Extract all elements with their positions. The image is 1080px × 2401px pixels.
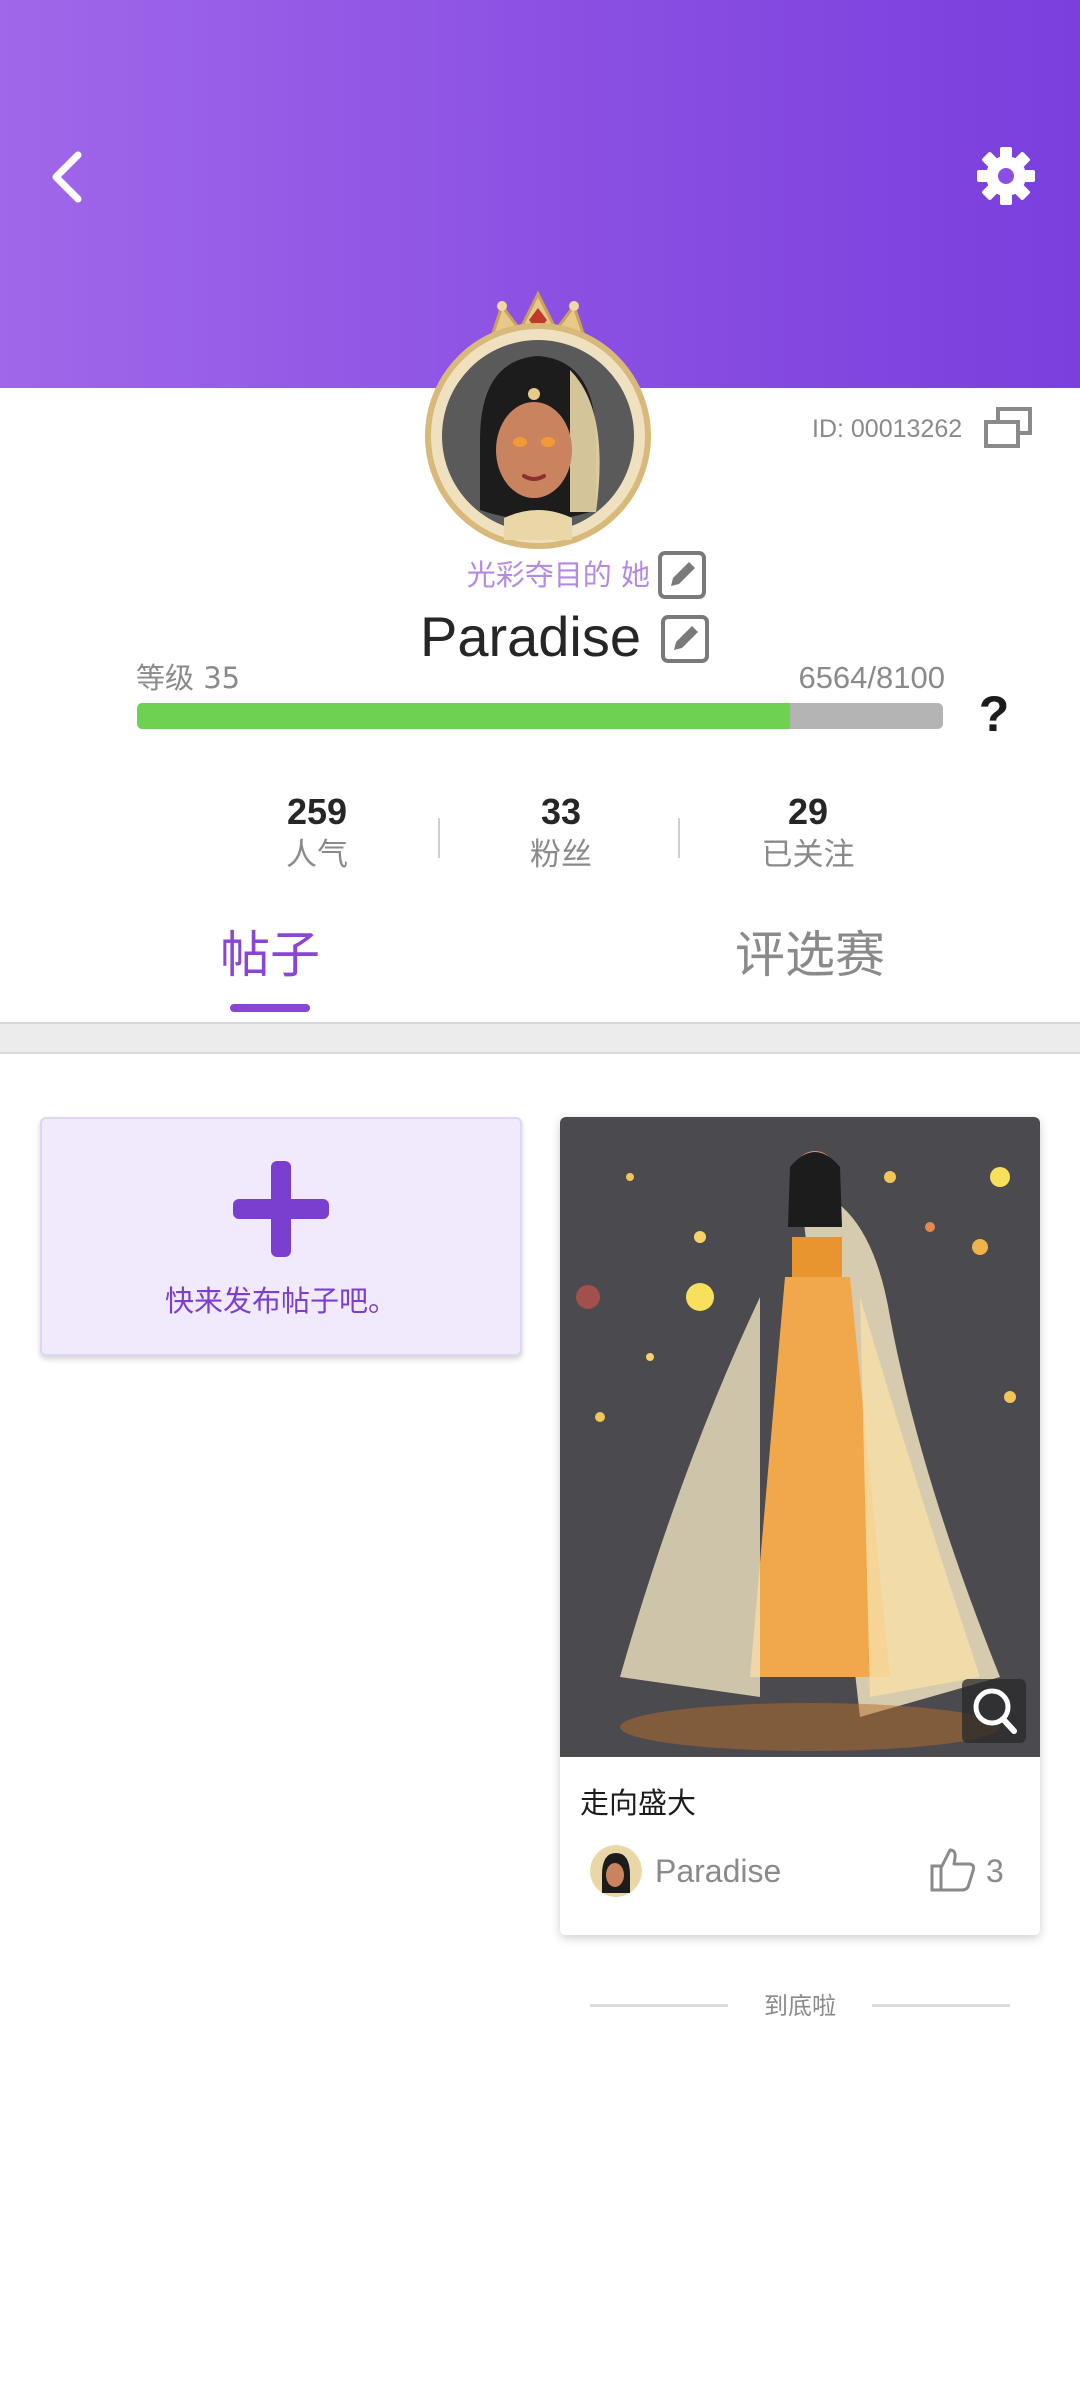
stat-label: 粉丝 (530, 837, 592, 873)
zoom-button[interactable] (962, 1679, 1026, 1743)
user-title: 光彩夺目的 她 (466, 558, 650, 592)
end-divider-right (872, 2004, 1010, 2007)
create-post-label: 快来发布帖子吧。 (164, 1284, 397, 1318)
profile-avatar[interactable] (420, 290, 656, 552)
edit-username-button[interactable] (660, 614, 710, 664)
thumbs-up-icon (930, 1848, 976, 1892)
stat-value: 33 (540, 791, 582, 832)
create-post-button[interactable]: 快来发布帖子吧。 (40, 1117, 522, 1356)
user-id-label: ID: 00013262 (812, 415, 963, 443)
stat-followers[interactable]: 33 粉丝 (471, 790, 651, 880)
back-button[interactable] (38, 145, 98, 209)
section-divider (0, 1022, 1080, 1054)
gear-icon (977, 147, 1035, 205)
level-help-button[interactable]: ? (968, 684, 1020, 744)
author-avatar[interactable] (590, 1845, 642, 1897)
level-progress-fill (137, 703, 791, 729)
stat-value: 259 (286, 791, 348, 832)
tab-contests[interactable]: 评选赛 (690, 915, 930, 995)
stat-divider (678, 818, 680, 858)
username: Paradise (420, 605, 642, 668)
active-tab-indicator (230, 1004, 310, 1012)
stat-value: 29 (787, 791, 829, 832)
post-card[interactable]: 走向盛大 Paradise 3 (560, 1117, 1040, 1935)
end-of-list-label: 到底啦 (764, 1992, 836, 2020)
stat-popularity[interactable]: 259 人气 (227, 790, 407, 880)
edit-icon (658, 551, 706, 599)
stat-following[interactable]: 29 已关注 (718, 790, 898, 880)
level-progress-bar (137, 703, 943, 729)
stat-divider (438, 818, 440, 858)
chevron-left-icon (52, 151, 82, 203)
like-count: 3 (986, 1853, 1004, 1889)
stat-label: 已关注 (761, 837, 855, 873)
end-divider-left (590, 2004, 728, 2007)
plus-icon (233, 1161, 329, 1257)
settings-button[interactable] (975, 145, 1037, 207)
like-button[interactable] (928, 1844, 978, 1894)
edit-icon (661, 615, 709, 663)
avatar-portrait (480, 356, 600, 540)
post-title: 走向盛大 (580, 1786, 697, 1820)
post-author-name[interactable]: Paradise (655, 1849, 875, 1893)
post-image (560, 1117, 1040, 1757)
copy-id-button[interactable] (982, 406, 1034, 450)
stat-label: 人气 (286, 837, 348, 873)
exp-text: 6564/8100 (798, 660, 945, 695)
level-label: 等级 35 (136, 661, 241, 695)
copy-icon (984, 407, 1032, 448)
tab-posts[interactable]: 帖子 (170, 915, 370, 995)
magnifier-icon (973, 1688, 1017, 1734)
edit-title-button[interactable] (657, 550, 707, 600)
